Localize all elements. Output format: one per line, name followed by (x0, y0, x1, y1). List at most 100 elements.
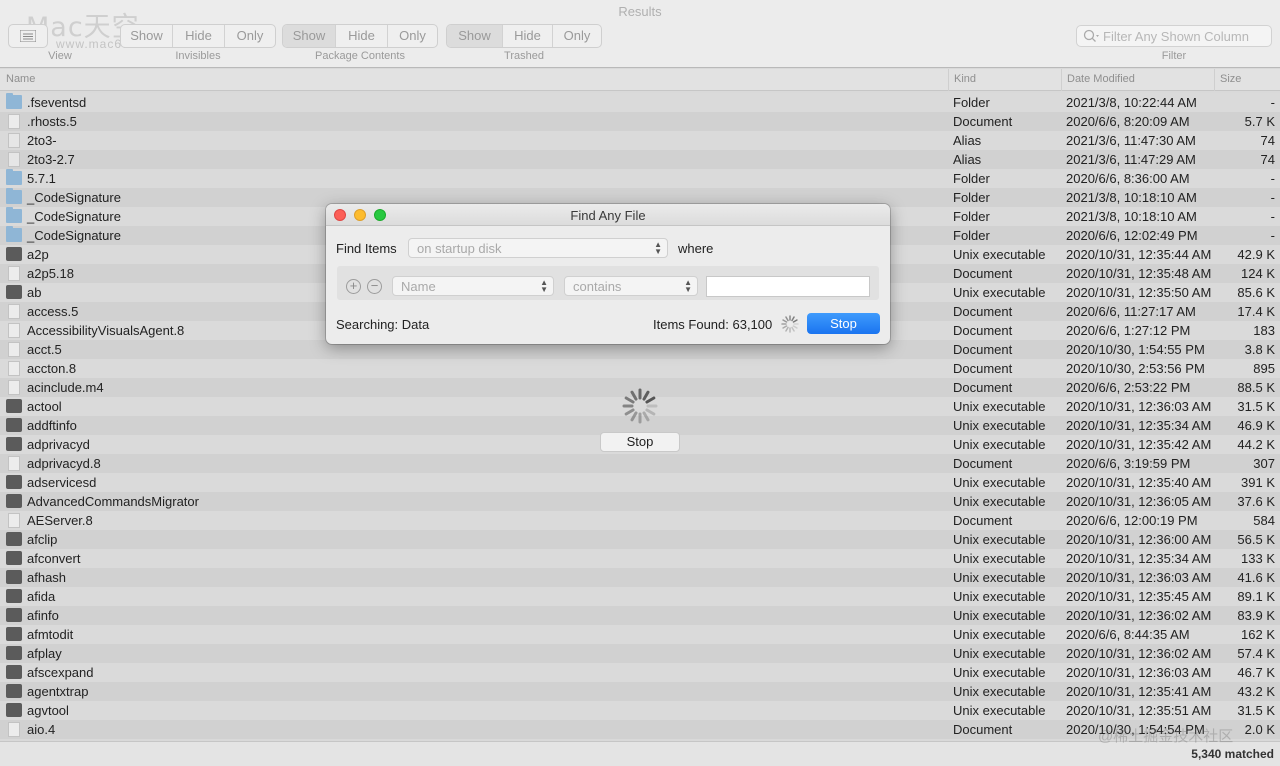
trashed-only-button[interactable]: Only (553, 25, 601, 47)
column-header-date-modified[interactable]: Date Modified (1067, 73, 1135, 85)
table-row[interactable]: afhash Unix executable 2020/10/31, 12:36:0… (0, 568, 1280, 587)
remove-criterion-button[interactable]: − (367, 279, 382, 294)
file-date-modified: 2021/3/8, 10:18:10 AM (1066, 209, 1197, 224)
file-size: 3.8 K (1244, 342, 1275, 357)
table-row[interactable]: AEServer.8 Document 2020/6/6, 12:00:19 PM 5… (0, 511, 1280, 530)
criteria-value-input[interactable] (706, 276, 870, 297)
document-icon (8, 342, 20, 357)
executable-icon (6, 570, 22, 584)
file-date-modified: 2020/6/6, 2:53:22 PM (1066, 380, 1191, 395)
criteria-operator-popup[interactable]: contains ▲ ▼ (564, 276, 698, 296)
table-row[interactable]: agvtool Unix executable 2020/10/31, 12:35:… (0, 701, 1280, 720)
table-row[interactable]: agentxtrap Unix executable 2020/10/31, 12:… (0, 682, 1280, 701)
file-name: afconvert (27, 551, 81, 566)
file-size: 46.7 K (1237, 665, 1275, 680)
table-row[interactable]: afclip Unix executable 2020/10/31, 12:36:0… (0, 530, 1280, 549)
file-kind: Folder (953, 228, 990, 243)
package-only-button[interactable]: Only (388, 25, 437, 47)
dialog-titlebar[interactable]: Find Any File (326, 204, 890, 226)
file-kind: Unix executable (953, 703, 1046, 718)
file-kind: Folder (953, 171, 990, 186)
file-size: 391 K (1241, 475, 1275, 490)
file-kind: Unix executable (953, 608, 1046, 623)
table-row[interactable]: afmtodit Unix executable 2020/6/6, 8:44:35… (0, 625, 1280, 644)
file-name: AccessibilityVisualsAgent.8 (27, 323, 185, 338)
table-row[interactable]: AdvancedCommandsMigrator Unix executable 2… (0, 492, 1280, 511)
executable-icon (6, 494, 22, 508)
package-show-button[interactable]: Show (283, 25, 336, 47)
table-row[interactable]: afscexpand Unix executable 2020/10/31, 12:… (0, 663, 1280, 682)
file-name: addftinfo (27, 418, 77, 433)
table-row[interactable]: accton.8 Document 2020/10/30, 2:53:56 PM 89… (0, 359, 1280, 378)
table-row[interactable]: 2to3- Alias 2021/3/6, 11:47:30 AM 74 (0, 131, 1280, 150)
trashed-show-button[interactable]: Show (447, 25, 503, 47)
file-size: 133 K (1241, 551, 1275, 566)
file-size: 43.2 K (1237, 684, 1275, 699)
filter-input[interactable]: Filter Any Shown Column (1076, 25, 1272, 47)
folder-icon (6, 169, 22, 185)
column-header-name[interactable]: Name (6, 73, 35, 85)
column-header-size[interactable]: Size (1220, 73, 1241, 85)
file-name: access.5 (27, 304, 79, 319)
location-value: on startup disk (417, 241, 502, 256)
executable-icon (6, 627, 22, 641)
table-row[interactable]: afida Unix executable 2020/10/31, 12:35:45… (0, 587, 1280, 606)
file-name: aio.4 (27, 722, 56, 737)
file-size: 56.5 K (1237, 532, 1275, 547)
file-size: 85.6 K (1237, 285, 1275, 300)
view-list-button[interactable] (9, 25, 47, 47)
searching-status: Searching: Data (336, 317, 430, 332)
executable-icon (6, 665, 22, 679)
document-icon (8, 361, 20, 376)
file-kind: Unix executable (953, 532, 1046, 547)
file-size: 31.5 K (1237, 399, 1275, 414)
invisibles-only-button[interactable]: Only (225, 25, 275, 47)
table-row[interactable]: adservicesd Unix executable 2020/10/31, 12… (0, 473, 1280, 492)
file-date-modified: 2020/10/31, 12:35:51 AM (1066, 703, 1212, 718)
column-divider[interactable] (1061, 69, 1062, 91)
alias-icon (8, 133, 20, 148)
invisibles-control[interactable]: Show Hide Only (120, 24, 276, 48)
invisibles-show-button[interactable]: Show (121, 25, 173, 47)
view-label: View (48, 50, 72, 62)
add-criterion-button[interactable]: + (346, 279, 361, 294)
alias-icon (8, 152, 20, 167)
column-divider[interactable] (1214, 69, 1215, 91)
file-date-modified: 2020/10/31, 12:36:03 AM (1066, 399, 1212, 414)
file-kind: Document (953, 323, 1013, 338)
column-header-kind[interactable]: Kind (954, 73, 976, 85)
file-size: - (1270, 95, 1275, 110)
table-row[interactable]: .rhosts.5 Document 2020/6/6, 8:20:09 AM 5.7… (0, 112, 1280, 131)
file-date-modified: 2020/10/31, 12:35:41 AM (1066, 684, 1212, 699)
table-row[interactable]: 5.7.1 Folder 2020/6/6, 8:36:00 AM - (0, 169, 1280, 188)
package-contents-control[interactable]: Show Hide Only (282, 24, 438, 48)
table-row[interactable]: afinfo Unix executable 2020/10/31, 12:36:0… (0, 606, 1280, 625)
dialog-stop-button[interactable]: Stop (807, 313, 880, 334)
table-row[interactable]: afplay Unix executable 2020/10/31, 12:36:0… (0, 644, 1280, 663)
file-size: 44.2 K (1237, 437, 1275, 452)
file-kind: Unix executable (953, 247, 1046, 262)
table-row[interactable]: 2to3-2.7 Alias 2021/3/6, 11:47:29 AM 74 (0, 150, 1280, 169)
file-name: accton.8 (27, 361, 77, 376)
center-stop-button[interactable]: Stop (600, 432, 680, 452)
package-hide-button[interactable]: Hide (336, 25, 388, 47)
table-row[interactable]: .fseventsd Folder 2021/3/8, 10:22:44 AM - (0, 93, 1280, 112)
trashed-control[interactable]: Show Hide Only (446, 24, 602, 48)
folder-icon (6, 93, 22, 109)
column-divider[interactable] (948, 69, 949, 91)
trashed-hide-button[interactable]: Hide (503, 25, 553, 47)
folder-icon (6, 188, 22, 204)
file-size: - (1270, 209, 1275, 224)
file-kind: Folder (953, 190, 990, 205)
view-control[interactable] (8, 24, 48, 48)
file-date-modified: 2020/10/31, 12:36:05 AM (1066, 494, 1212, 509)
invisibles-hide-button[interactable]: Hide (173, 25, 225, 47)
file-date-modified: 2020/10/31, 12:35:42 AM (1066, 437, 1212, 452)
table-row[interactable]: afconvert Unix executable 2020/10/31, 12:3… (0, 549, 1280, 568)
location-popup[interactable]: on startup disk ▲ ▼ (408, 238, 668, 258)
file-date-modified: 2020/6/6, 12:00:19 PM (1066, 513, 1198, 528)
table-row[interactable]: aio.4 Document 2020/10/30, 1:54:54 PM 2.0 K (0, 720, 1280, 739)
file-kind: Alias (953, 133, 982, 148)
criteria-field-popup[interactable]: Name ▲ ▼ (392, 276, 554, 296)
table-row[interactable]: adprivacyd.8 Document 2020/6/6, 3:19:59 PM… (0, 454, 1280, 473)
